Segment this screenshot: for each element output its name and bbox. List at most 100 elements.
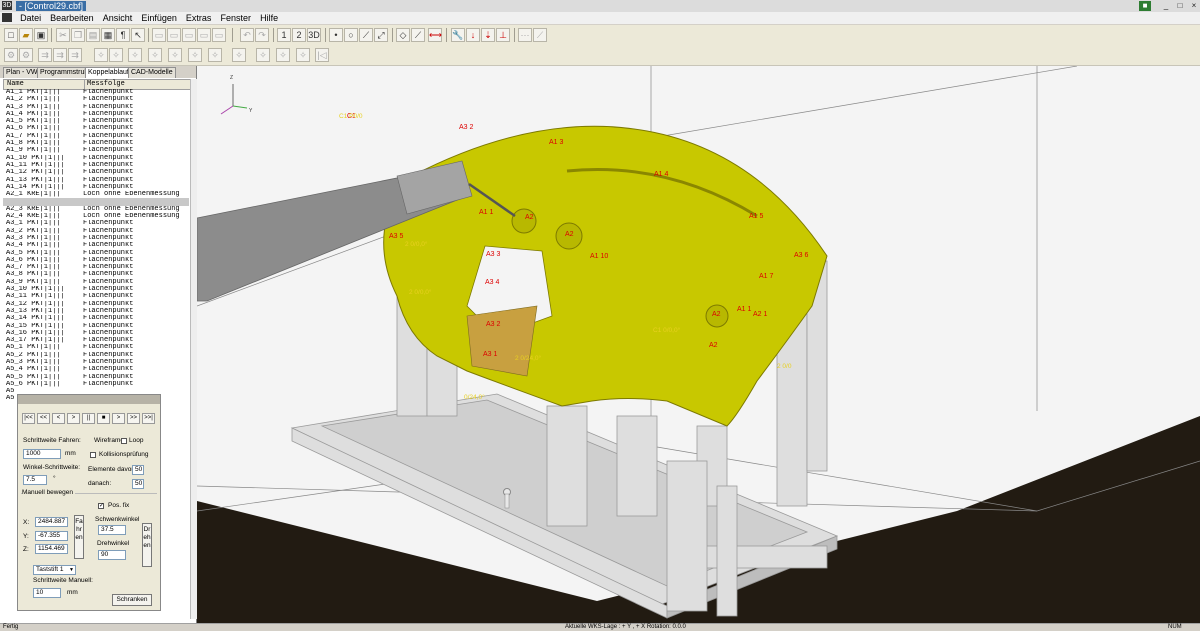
list-item[interactable]: A1_11 PKT|1||| Flächenpunkt [3,162,189,169]
undo-icon[interactable]: ↶ [240,28,254,42]
tab-koppelablauf[interactable]: Koppelablauf [85,67,132,78]
pos-fix-checkbox[interactable]: ✓ [98,503,104,509]
playback-button[interactable]: << [37,413,50,424]
list-item[interactable]: A3_7 PKT|1||| Flächenpunkt [3,264,189,271]
tool-b-icon[interactable]: ▭ [167,28,181,42]
view-3d-icon[interactable]: 3D [307,28,321,42]
point-label[interactable]: A1 1 [479,209,494,216]
point-label[interactable]: A1 3 [549,139,564,146]
sec-tool-14-icon[interactable]: ✧ [256,48,270,62]
tool-d-icon[interactable]: ▭ [197,28,211,42]
z-input[interactable]: 1154.469 [35,544,68,554]
list-item[interactable]: A5_2 PKT|1||| Flächenpunkt [3,352,189,359]
sec-tool-5-icon[interactable]: ⇉ [68,48,82,62]
sec-tool-9-icon[interactable]: ✧ [148,48,162,62]
sec-tool-10-icon[interactable]: ✧ [168,48,182,62]
save-icon[interactable]: ▣ [34,28,48,42]
tool-a-icon[interactable]: ▭ [152,28,166,42]
tab-plan[interactable]: Plan - VW [3,67,41,78]
new-file-icon[interactable]: □ [4,28,18,42]
measure-icon[interactable]: ⟋ [533,28,547,42]
list-item[interactable]: A1_6 PKT|1||| Flächenpunkt [3,125,189,132]
menu-ansicht[interactable]: Ansicht [100,12,136,24]
list-item[interactable]: A3_2 PKT|1||| Flächenpunkt [3,228,189,235]
point-label[interactable]: A3 5 [389,233,404,240]
probe-axis-icon[interactable]: ⊥ [496,28,510,42]
sec-tool-2-icon[interactable]: ⚙ [19,48,33,62]
menu-extras[interactable]: Extras [183,12,215,24]
grid-icon[interactable]: ⋯ [518,28,532,42]
pointer-icon[interactable]: ↖ [131,28,145,42]
list-item[interactable]: A3_10 PKT|1||| Flächenpunkt [3,286,189,293]
probe-icon[interactable]: ¶ [116,28,130,42]
x-input[interactable]: 2484.887 [35,517,68,527]
list-item[interactable]: A5_1 PKT|1||| Flächenpunkt [3,344,189,351]
tool-select[interactable]: Taststift 1 ▼ [33,565,76,575]
cut-icon[interactable]: ✂ [56,28,70,42]
playback-button[interactable]: >>| [142,413,155,424]
redo-icon[interactable]: ↷ [255,28,269,42]
playback-button[interactable]: |<< [22,413,35,424]
point-label[interactable]: A3 2 [459,124,474,131]
fit-icon[interactable]: ⤢ [374,28,388,42]
slope-icon[interactable]: ⟋ [411,28,425,42]
list-item[interactable]: A3_1 PKT|1||| Flächenpunkt [3,220,189,227]
3d-viewport[interactable]: Z Y A3 2 A1 3 A1 4 A1 5 A3 6 A1 7 A1 10 … [197,66,1200,623]
print-icon[interactable]: ▦ [101,28,115,42]
playback-button[interactable]: > [67,413,80,424]
view-1-icon[interactable]: 1 [277,28,291,42]
list-item[interactable]: A3_5 PKT|1||| Flächenpunkt [3,250,189,257]
list-item[interactable]: A1_12 PKT|1||| Flächenpunkt [3,169,189,176]
collision-checkbox[interactable] [90,452,96,458]
list-item[interactable]: A2_3 KRE|1||| Loch ohne Ebenenmessung [3,206,189,213]
point-label[interactable]: A2 [565,231,574,238]
list-item[interactable]: A3_17 PKT|1||| Flächenpunkt [3,337,189,344]
list-item[interactable]: A1_13 PKT|1||| Flächenpunkt [3,177,189,184]
point-label[interactable]: A2 1 [753,311,768,318]
point-label[interactable]: A3 3 [486,251,501,258]
step-input[interactable]: 1000 [23,449,61,459]
paste-icon[interactable]: ▤ [86,28,100,42]
point-label[interactable]: A2 [709,342,718,349]
after-input[interactable]: 50 [132,479,144,489]
list-item[interactable]: A3_11 PKT|1||| Flächenpunkt [3,293,189,300]
playback-button[interactable]: < [52,413,65,424]
drehen-button[interactable]: Drehen [142,523,152,567]
list-item[interactable]: A1_3 PKT|1||| Flächenpunkt [3,104,189,111]
list-item[interactable]: A1_4 PKT|1||| Flächenpunkt [3,111,189,118]
list-item[interactable]: A3_6 PKT|1||| Flächenpunkt [3,257,189,264]
view-2-icon[interactable]: 2 [292,28,306,42]
menu-hilfe[interactable]: Hilfe [257,12,281,24]
plane-icon[interactable]: ◇ [396,28,410,42]
list-item[interactable]: A2_4 KRE|1||| Loch ohne Ebenenmessung [3,213,189,220]
dialog-title-bar[interactable] [18,395,160,404]
open-folder-icon[interactable]: ▰ [19,28,33,42]
list-item[interactable]: A1_5 PKT|1||| Flächenpunkt [3,118,189,125]
sec-tool-7-icon[interactable]: ✧ [109,48,123,62]
schranken-button[interactable]: Schranken [112,594,152,606]
fahren-button[interactable]: Fahren [74,515,84,559]
list-item[interactable]: A3_15 PKT|1||| Flächenpunkt [3,323,189,330]
playback-button[interactable]: > [112,413,125,424]
manual-step-input[interactable]: 10 [33,588,61,598]
point-label[interactable]: A1 5 [749,213,764,220]
column-messfolge[interactable]: Messfolge [84,80,125,89]
point-label[interactable]: A1 10 [590,253,608,260]
sec-tool-13-icon[interactable]: ✧ [232,48,246,62]
copy-icon[interactable]: ❐ [71,28,85,42]
sec-tool-15-icon[interactable]: ✧ [276,48,290,62]
point-label[interactable]: A1 7 [759,273,774,280]
playback-button[interactable]: >> [127,413,140,424]
list-item[interactable]: A3_8 PKT|1||| Flächenpunkt [3,271,189,278]
elements-before-input[interactable]: 50 [132,465,144,475]
list-scrollbar[interactable] [190,79,197,619]
close-button[interactable]: × [1188,1,1200,11]
point-label[interactable]: A3 1 [483,351,498,358]
sec-tool-12-icon[interactable]: ✧ [208,48,222,62]
list-item[interactable]: A5_5 PKT|1||| Flächenpunkt [3,374,189,381]
sec-tool-6-icon[interactable]: ✧ [94,48,108,62]
list-item[interactable]: A3_12 PKT|1||| Flächenpunkt [3,301,189,308]
menu-bearbeiten[interactable]: Bearbeiten [47,12,97,24]
list-item[interactable]: A3_4 PKT|1||| Flächenpunkt [3,242,189,249]
list-item[interactable]: A3_16 PKT|1||| Flächenpunkt [3,330,189,337]
